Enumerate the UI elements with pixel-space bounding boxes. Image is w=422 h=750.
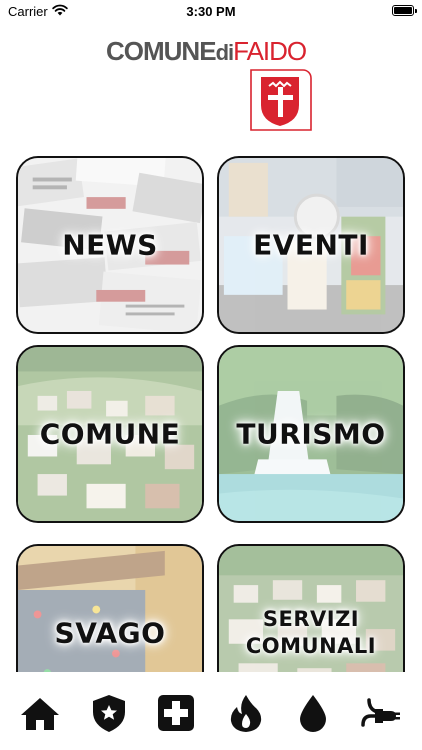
tile-turismo-label: TURISMO: [236, 417, 386, 451]
tile-eventi[interactable]: EVENTI: [217, 156, 405, 334]
logo-wordmark: COMUNEdiFAIDO: [106, 36, 318, 67]
battery-icon: [392, 5, 417, 16]
police-badge-icon: [93, 695, 125, 732]
logo-text-di: di: [215, 40, 235, 65]
tab-first-aid[interactable]: [155, 692, 197, 734]
tile-comune[interactable]: COMUNE: [16, 345, 204, 523]
tile-svago-label: SVAGO: [54, 616, 166, 650]
tab-home[interactable]: [19, 692, 61, 734]
water-drop-icon: [300, 695, 326, 732]
tile-turismo[interactable]: TURISMO: [217, 345, 405, 523]
tile-eventi-label: EVENTI: [253, 228, 369, 262]
tab-police[interactable]: [88, 692, 130, 734]
tab-electricity[interactable]: [359, 692, 401, 734]
status-time: 3:30 PM: [186, 4, 236, 19]
bottom-tab-bar: [0, 672, 422, 750]
tile-news[interactable]: NEWS: [16, 156, 204, 334]
electric-plug-icon: [361, 698, 400, 727]
tab-water[interactable]: [292, 692, 334, 734]
tile-servizi-comunali-label: SERVIZI COMUNALI: [219, 606, 403, 660]
coat-of-arms-icon: [250, 69, 312, 131]
tile-comune-label: COMUNE: [39, 417, 181, 451]
comune-di-faido-logo: COMUNEdiFAIDO: [106, 34, 318, 136]
tab-fire[interactable]: [225, 692, 267, 734]
home-icon: [21, 698, 59, 730]
status-bar: Carrier 3:30 PM: [0, 0, 422, 24]
tile-news-label: NEWS: [62, 228, 158, 262]
first-aid-icon: [158, 695, 194, 731]
fire-icon: [230, 695, 262, 732]
logo-text-faido: FAIDO: [233, 36, 307, 66]
logo-text-comune: COMUNE: [106, 36, 217, 66]
tile-servizi-label-line1: SERVIZI: [262, 607, 360, 631]
tile-servizi-label-line2: COMUNALI: [245, 634, 377, 658]
